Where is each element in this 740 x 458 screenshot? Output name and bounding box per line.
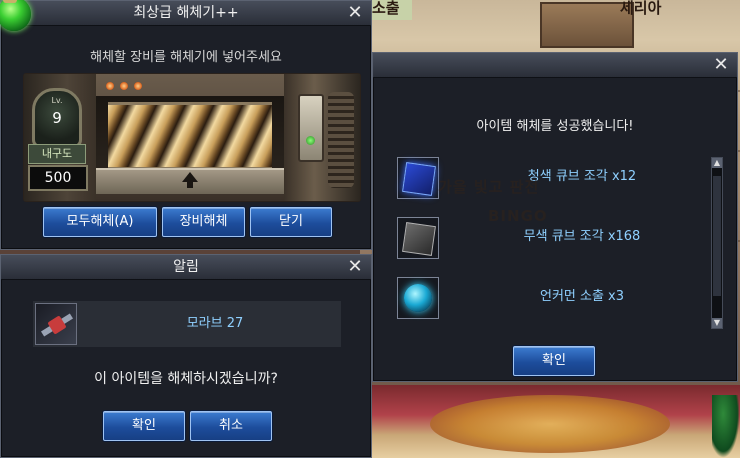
result-title-bar — [373, 53, 737, 78]
machine-right-panel — [284, 74, 360, 201]
confirm-title: 알림 — [1, 255, 371, 280]
disassembly-result-window: ✕ 아이템 해체를 성공했습니다! 청색 큐브 조각 x12 무색 큐브 조각 … — [372, 52, 738, 382]
item-slot — [397, 277, 439, 319]
result-message: 아이템 해체를 성공했습니다! — [476, 119, 634, 134]
insert-arrow-icon — [182, 172, 198, 182]
result-item-name: 언커먼 소출 x3 — [539, 289, 625, 304]
disassembler-title: 최상급 해체기++ — [1, 1, 371, 26]
close-icon[interactable]: ✕ — [345, 3, 365, 23]
background-label-soul: 소출 — [372, 0, 400, 17]
green-potion-icon — [0, 0, 31, 31]
background-banner-text: 가을 빛고 판전 — [438, 178, 540, 196]
weapon-item-icon — [35, 303, 77, 345]
scroll-up-arrow-icon[interactable]: ▲ — [712, 158, 722, 168]
background-plant — [712, 395, 740, 458]
lamp-icon — [120, 82, 128, 90]
lamp-icon — [134, 82, 142, 90]
result-scrollbar[interactable]: ▲ ▼ — [711, 157, 723, 329]
disassembler-instruction: 해체할 장비를 해체기에 넣어주세요 — [90, 50, 282, 65]
close-icon[interactable]: ✕ — [711, 55, 731, 75]
uncommon-soul-icon — [404, 284, 432, 312]
durability-label: 내구도 — [28, 144, 86, 164]
level-label: Lv. — [51, 96, 63, 105]
disassemble-equipment-button[interactable]: 장비해체 — [162, 207, 245, 237]
item-name: 모라브 27 — [186, 316, 244, 331]
close-icon[interactable]: ✕ — [345, 257, 365, 277]
colorless-cube-fragment-icon — [402, 222, 436, 256]
result-item: 무색 큐브 조각 x168 — [393, 211, 711, 263]
item-slot — [397, 157, 439, 199]
confirm-ok-button[interactable]: 확인 — [103, 411, 185, 441]
disassemble-all-button[interactable]: 모두해체(A) — [43, 207, 157, 237]
machine-left-panel: Lv. 9 내구도 500 — [24, 74, 96, 201]
side-gear — [328, 92, 354, 188]
level-gauge: Lv. 9 — [32, 88, 82, 148]
close-button[interactable]: 닫기 — [250, 207, 332, 237]
lamp-icon — [106, 82, 114, 90]
power-led-icon — [306, 136, 315, 145]
disassembly-chamber[interactable] — [96, 96, 284, 194]
item-row: 모라브 27 — [33, 301, 341, 347]
drill-rollers — [108, 102, 272, 170]
background-rug — [430, 395, 670, 453]
confirm-dialog: 알림 ✕ 모라브 27 이 아이템을 해체하시겠습니까? 확인 취소 — [0, 254, 372, 458]
potion-cap — [3, 0, 17, 3]
item-slot — [397, 217, 439, 259]
confirm-question: 이 아이템을 해체하시겠습니까? — [94, 371, 278, 387]
insert-arrow-stem — [187, 182, 193, 188]
scroll-thumb[interactable] — [713, 176, 721, 296]
blue-cube-fragment-icon — [402, 162, 436, 196]
background-bingo-text: BINGO — [488, 207, 548, 225]
confirm-cancel-button[interactable]: 취소 — [190, 411, 272, 441]
disassembler-window: 최상급 해체기++ ✕ 해체할 장비를 해체기에 넣어주세요 Lv. 9 내구도… — [0, 0, 372, 250]
power-switch — [298, 94, 324, 162]
scroll-down-arrow-icon[interactable]: ▼ — [712, 318, 722, 328]
result-item: 언커먼 소출 x3 — [393, 271, 711, 323]
background-label-seria: 세리아 — [620, 0, 662, 17]
result-ok-button[interactable]: 확인 — [513, 346, 595, 376]
durability-value: 500 — [28, 165, 88, 191]
level-value: 9 — [52, 109, 62, 127]
disassembler-machine: Lv. 9 내구도 500 — [23, 73, 361, 202]
